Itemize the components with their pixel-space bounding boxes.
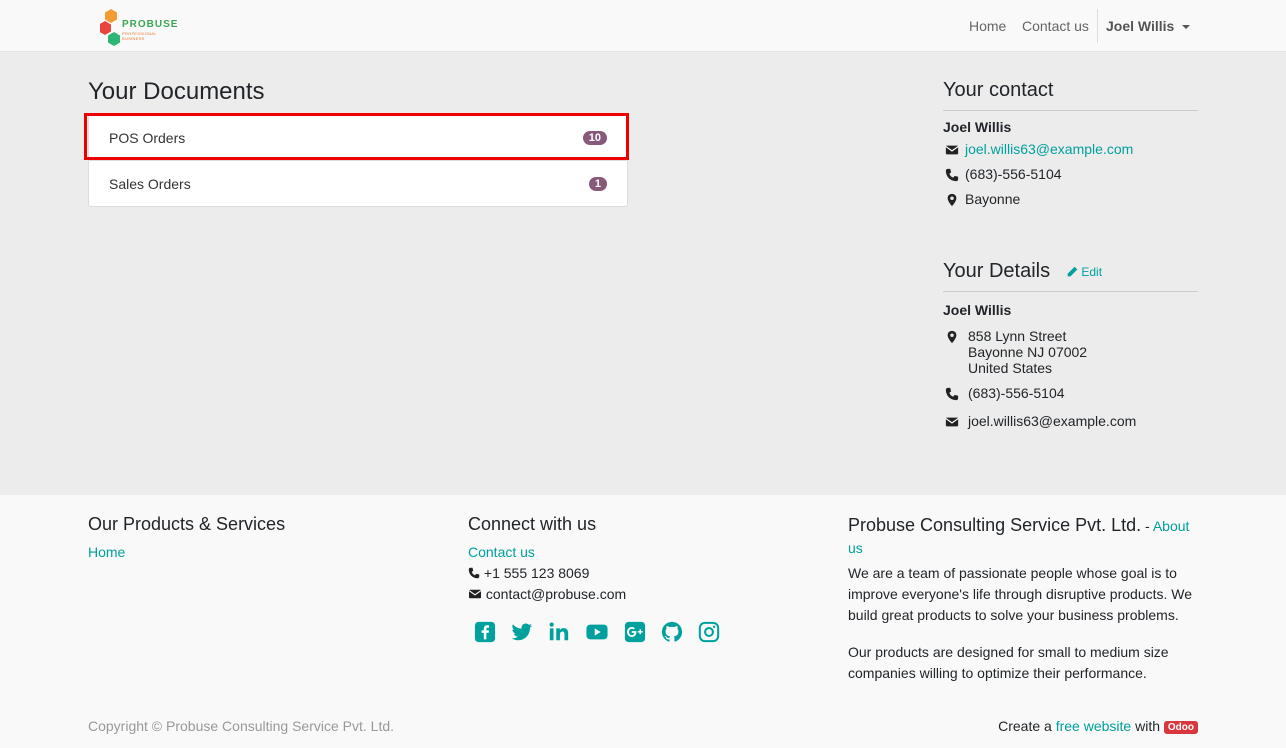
company-logo[interactable]: PROBUSE PROFESSIONAL BUSINESS (100, 8, 177, 46)
edit-label: Edit (1081, 265, 1103, 279)
details-phone: (683)-556-5104 (968, 385, 1065, 401)
doc-item-sales-orders[interactable]: Sales Orders 1 (89, 161, 627, 207)
address-line: 858 Lynn Street (968, 328, 1067, 344)
facebook-icon[interactable] (474, 621, 496, 643)
copyright-text: Copyright © Probuse Consulting Service P… (88, 718, 395, 734)
site-footer: Our Products & Services Home Connect wit… (0, 495, 1286, 748)
footer-phone: +1 555 123 8069 (483, 565, 590, 581)
contact-email-link[interactable]: joel.willis63@example.com (965, 141, 1133, 157)
contact-city: Bayonne (965, 191, 1021, 207)
footer-email: contact@probuse.com (485, 586, 627, 602)
count-badge: 10 (582, 131, 607, 145)
company-title: Probuse Consulting Service Pvt. Ltd. (848, 515, 1142, 535)
pencil-icon (1067, 266, 1078, 277)
user-name: Joel Willis (1106, 18, 1175, 34)
caret-down-icon (1182, 25, 1191, 30)
details-divider (943, 291, 1198, 292)
company-description: We are a team of passionate people whose… (848, 565, 1193, 623)
envelope-icon (945, 417, 959, 427)
details-name: Joel Willis (943, 302, 1012, 318)
contact-name: Joel Willis (943, 119, 1012, 135)
logo-text: PROBUSE (122, 19, 179, 30)
map-marker-icon (947, 193, 957, 207)
user-menu-toggle[interactable]: Joel Willis (1106, 18, 1191, 34)
documents-list: POS Orders 10 Sales Orders 1 (88, 114, 628, 207)
company-target: Our products are designed for small to m… (848, 644, 1169, 681)
products-title: Our Products & Services (88, 514, 286, 534)
envelope-icon (468, 589, 482, 599)
nav-contact-link[interactable]: Contact us (1022, 18, 1089, 34)
edit-details-link[interactable]: Edit (1067, 265, 1102, 279)
doc-item-label: Sales Orders (109, 176, 191, 192)
envelope-icon (945, 145, 959, 155)
phone-icon (468, 567, 480, 579)
logo-hexagons-icon (100, 9, 120, 46)
address-line: United States (968, 360, 1053, 376)
connect-title: Connect with us (468, 514, 597, 534)
powered-by: Create a free website with Odoo (998, 718, 1198, 734)
twitter-icon[interactable] (511, 621, 533, 643)
linkedin-icon[interactable] (548, 621, 570, 643)
nav-divider (1097, 9, 1098, 43)
details-email: joel.willis63@example.com (968, 413, 1137, 429)
instagram-icon[interactable] (698, 621, 720, 643)
phone-icon (945, 168, 959, 182)
powered-with: with (1131, 718, 1164, 734)
footer-contact-link[interactable]: Contact us (468, 544, 535, 560)
youtube-icon[interactable] (585, 621, 609, 643)
doc-item-pos-orders[interactable]: POS Orders 10 (89, 115, 627, 161)
free-website-link[interactable]: free website (1056, 718, 1131, 734)
details-address: 858 Lynn Street Bayonne NJ 07002 United … (968, 328, 1087, 376)
doc-item-label: POS Orders (109, 130, 186, 146)
company-heading: Probuse Consulting Service Pvt. Ltd. - A… (848, 514, 1200, 559)
odoo-badge[interactable]: Odoo (1163, 720, 1198, 734)
details-title: Your Details (943, 260, 1051, 282)
nav-home-link[interactable]: Home (969, 18, 1006, 34)
heading-separator: - (1141, 518, 1153, 534)
footer-email-row: contact@probuse.com (468, 586, 626, 602)
footer-phone-row: +1 555 123 8069 (468, 565, 589, 581)
github-icon[interactable] (661, 621, 683, 643)
documents-title: Your Documents (88, 78, 265, 105)
count-badge: 1 (588, 177, 607, 191)
address-line: Bayonne NJ 07002 (968, 344, 1088, 360)
google-plus-icon[interactable] (624, 621, 646, 643)
logo-subtitle: PROFESSIONAL BUSINESS (122, 31, 157, 41)
contact-title: Your contact (943, 79, 1054, 101)
map-marker-icon (947, 330, 957, 344)
phone-icon (945, 387, 959, 401)
powered-prefix: Create a (998, 718, 1056, 734)
contact-phone: (683)-556-5104 (965, 166, 1062, 182)
contact-divider (943, 110, 1198, 111)
footer-home-link[interactable]: Home (88, 544, 125, 560)
top-navbar: PROBUSE PROFESSIONAL BUSINESS Home Conta… (0, 0, 1286, 52)
